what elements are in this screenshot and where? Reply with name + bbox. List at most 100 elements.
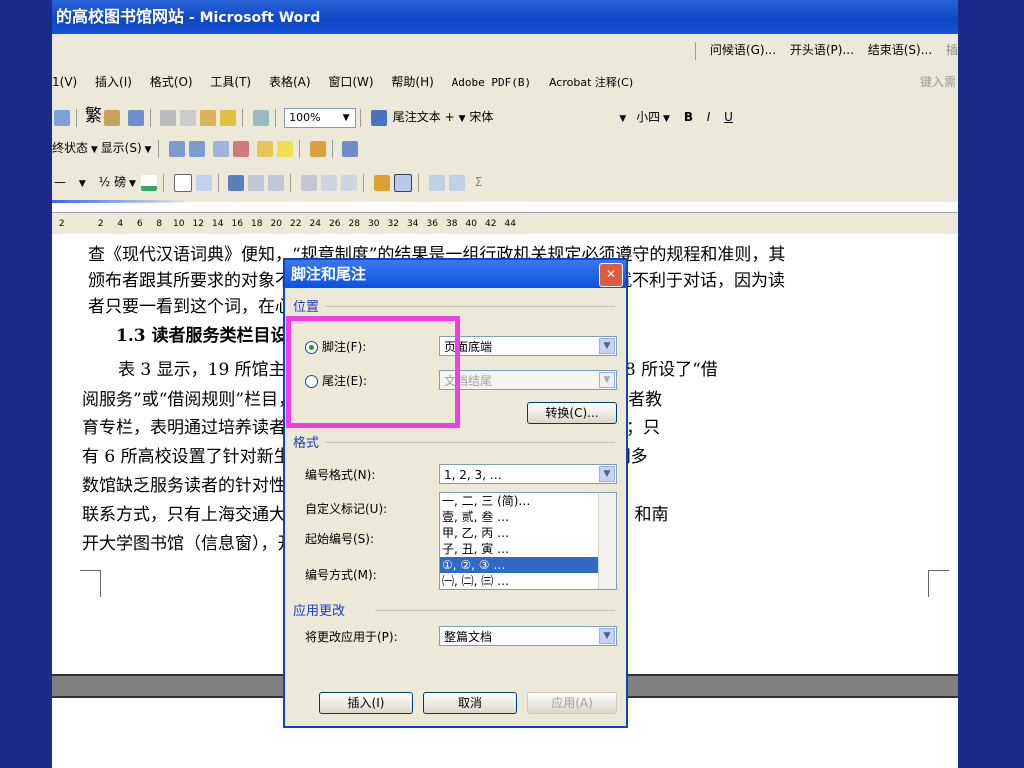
group-divider (325, 306, 615, 307)
gridlines-icon[interactable] (394, 173, 413, 192)
italic-button[interactable]: I (707, 110, 711, 124)
align-icon[interactable] (301, 174, 318, 191)
style-value[interactable]: 尾注文本 + (393, 110, 455, 124)
zoom-value: 100% (289, 110, 321, 124)
ruler-tick: 2 (58, 219, 65, 229)
menu-tools[interactable]: 工具(T) (210, 75, 251, 89)
next-change-icon[interactable] (189, 140, 206, 157)
ruler-tick: 8 (156, 219, 163, 229)
sort-descending-icon[interactable] (448, 174, 465, 191)
footnote-position-select[interactable]: 页面底端 ▼ (439, 336, 617, 356)
apply-group-label: 应用更改 (293, 604, 346, 619)
close-icon[interactable]: ✕ (599, 263, 623, 287)
salutation-button[interactable]: 开头语(P)... (790, 43, 854, 57)
menu-adobe-pdf[interactable]: Adobe PDF(B) (452, 76, 531, 89)
menu-window[interactable]: 窗口(W) (328, 75, 373, 89)
comment-icon[interactable] (256, 140, 273, 157)
zoom-select[interactable]: 100% ▼ (284, 107, 357, 128)
trad-chinese-button[interactable]: 繁 (85, 106, 102, 126)
ask-question-box[interactable]: 键入需 (920, 68, 956, 96)
greeting-button[interactable]: 问候语(G)... (710, 43, 776, 57)
undo-icon[interactable] (253, 109, 270, 126)
chevron-down-icon: ▼ (599, 372, 615, 388)
menu-bar: 1(V) 插入(I) 格式(O) 工具(T) 表格(A) 窗口(W) 帮助(H)… (52, 68, 958, 96)
dialog-title: 脚注和尾注 (285, 260, 626, 288)
list-item[interactable]: 壹, 贰, 叁 … (440, 509, 616, 525)
final-state-select[interactable]: 终状态 (52, 141, 88, 155)
insert-table-icon[interactable] (228, 174, 245, 191)
insert-truncated[interactable]: 插 (946, 43, 958, 57)
endnote-position-select[interactable]: 文档结尾 ▼ (439, 370, 617, 390)
closing-button[interactable]: 结束语(S)... (868, 43, 932, 57)
pen-color-icon[interactable] (140, 174, 157, 191)
list-item[interactable]: 甲, 乙, 丙 … (440, 525, 616, 541)
merge-cells-icon[interactable] (248, 174, 265, 191)
font-value[interactable]: 宋体 (469, 103, 619, 131)
track-changes-icon[interactable] (309, 140, 326, 157)
distribute-rows-icon[interactable] (321, 174, 338, 191)
ruler-tick: 6 (136, 219, 143, 229)
menu-insert[interactable]: 插入(I) (95, 75, 132, 89)
copy-icon[interactable] (180, 109, 197, 126)
list-item-selected[interactable]: ①, ②, ③ … (440, 557, 616, 573)
ruler-tick: 30 (368, 219, 380, 229)
window-title: 的高校图书馆网站 (56, 7, 185, 26)
menu-acrobat[interactable]: Acrobat 注释(C) (549, 76, 633, 89)
group-divider (325, 442, 615, 443)
ruler-tick: 16 (231, 219, 243, 229)
list-item[interactable]: 一, 二, 三 (简)… (440, 493, 616, 509)
start-at-label: 起始编号(S): (305, 532, 375, 546)
horizontal-ruler[interactable]: 2 2 4 6 8 10 12 14 16 18 20 22 24 26 28 30 32 34 36 38 40 42 4… (52, 212, 958, 236)
ruler-tick: 40 (465, 219, 477, 229)
ruler-tick: 12 (192, 219, 204, 229)
show-menu[interactable]: 显示(S) (101, 141, 142, 155)
reject-change-icon[interactable] (232, 140, 249, 157)
bold-button[interactable]: B (684, 110, 693, 124)
menu-help[interactable]: 帮助(H) (391, 75, 433, 89)
apply-to-value: 整篇文档 (444, 630, 493, 644)
border-icon[interactable] (173, 173, 192, 192)
paste-icon[interactable] (200, 109, 217, 126)
shading-icon[interactable] (195, 174, 212, 191)
split-cells-icon[interactable] (268, 174, 285, 191)
number-format-select[interactable]: 1, 2, 3, … ▼ (439, 464, 617, 484)
cancel-button[interactable]: 取消 (423, 692, 517, 714)
prev-change-icon[interactable] (169, 140, 186, 157)
ruler-tick: 34 (407, 219, 419, 229)
number-format-list[interactable]: 一, 二, 三 (简)… 壹, 贰, 叁 … 甲, 乙, 丙 … 子, 丑, 寅… (439, 492, 617, 590)
accept-change-icon[interactable] (212, 140, 229, 157)
line-weight-select[interactable]: ½ 磅 (99, 175, 126, 189)
list-item[interactable]: 子, 丑, 寅 … (440, 541, 616, 557)
convert-button[interactable]: 转换(C)... (527, 402, 617, 424)
list-scrollbar[interactable] (598, 493, 616, 589)
reviewing-pane-icon[interactable] (342, 140, 359, 157)
font-size-value[interactable]: 小四 (636, 110, 660, 124)
autoformat-icon[interactable] (374, 174, 391, 191)
menu-format[interactable]: 格式(O) (150, 75, 193, 89)
chevron-down-icon: ▼ (599, 338, 615, 354)
highlight-icon[interactable] (276, 140, 293, 157)
number-format-label: 编号格式(N): (305, 468, 376, 482)
format-painter-icon[interactable] (220, 109, 237, 126)
styles-icon[interactable] (370, 109, 387, 126)
chevron-down-icon: ▼ (599, 628, 615, 644)
menu-table[interactable]: 表格(A) (269, 75, 311, 89)
apply-button[interactable]: 应用(A) (527, 692, 617, 714)
page-corner-mark (928, 570, 949, 597)
underline-button[interactable]: U (724, 110, 733, 124)
insert-button[interactable]: 插入(I) (319, 692, 413, 714)
research-icon[interactable] (127, 109, 144, 126)
sort-ascending-icon[interactable] (428, 174, 445, 191)
sum-icon[interactable]: Σ (475, 175, 483, 189)
list-item[interactable]: ㈠, ㈡, ㈢ … (440, 573, 616, 589)
ruler-tick: 26 (329, 219, 341, 229)
annotation-highlight-box (286, 316, 460, 428)
distribute-cols-icon[interactable] (341, 174, 358, 191)
cut-icon[interactable] (160, 109, 177, 126)
print-preview-icon[interactable] (54, 109, 70, 126)
menu-view[interactable]: 1(V) (52, 75, 77, 89)
spelling-icon[interactable] (103, 109, 120, 126)
apply-to-select[interactable]: 整篇文档 ▼ (439, 626, 617, 646)
location-group-label: 位置 (293, 300, 320, 315)
apply-to-label: 将更改应用于(P): (305, 630, 398, 644)
